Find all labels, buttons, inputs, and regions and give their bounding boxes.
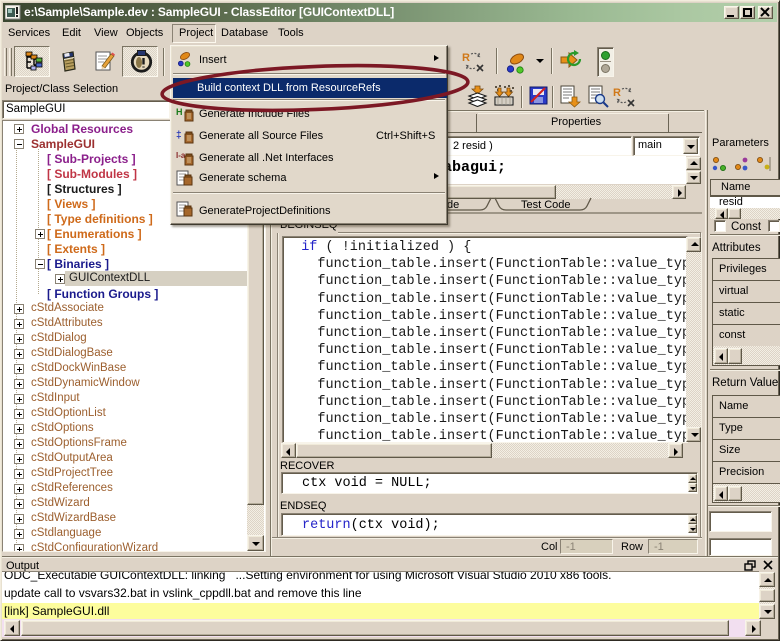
svg-text:‡: ‡ [176,130,182,141]
svg-text:H: H [176,107,183,117]
svg-text:I-a: I-a [176,151,186,160]
svg-text:R: R [613,87,621,99]
svg-text:R: R [462,52,470,64]
